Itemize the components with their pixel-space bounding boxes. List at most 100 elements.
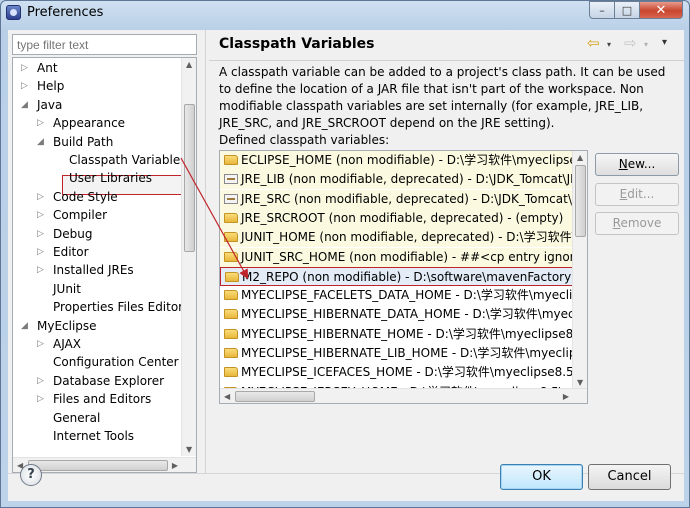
classpath-variable-row[interactable]: JRE_SRCROOT (non modifiable, deprecated)… — [220, 208, 574, 228]
close-button[interactable]: ✕ — [640, 1, 683, 19]
classpath-variable-text: JRE_LIB (non modifiable, deprecated) - D… — [241, 172, 574, 187]
tree-item-compiler[interactable]: ▷ Compiler — [37, 206, 107, 224]
tree-item-debug[interactable]: ▷ Debug — [37, 225, 92, 243]
expand-arrow-icon[interactable]: ▷ — [37, 372, 46, 390]
page-description: A classpath variable can be added to a p… — [219, 65, 666, 130]
title-bar[interactable]: Preferences – □ ✕ — [1, 1, 689, 25]
tree-item-classpath-variables[interactable]: Classpath Variables — [53, 151, 187, 169]
ok-button[interactable]: OK — [500, 464, 583, 490]
tree-item-ajax[interactable]: ▷ AJAX — [37, 335, 81, 353]
list-hscroll-thumb[interactable] — [235, 391, 315, 402]
collapse-arrow-icon[interactable]: ◢ — [21, 317, 30, 335]
tree-item-editor[interactable]: ▷ Editor — [37, 243, 89, 261]
cancel-button[interactable]: Cancel — [588, 464, 671, 490]
back-arrow-icon[interactable]: ⇦ — [587, 34, 607, 52]
eclipse-app-icon — [6, 5, 21, 20]
scroll-right-icon[interactable]: ▶ — [563, 392, 569, 401]
tree-item-configuration-center[interactable]: Configuration Center — [37, 353, 179, 371]
classpath-variable-text: MYECLIPSE_HIBERNATE_DATA_HOME - D:\学习软件\… — [241, 307, 574, 322]
tree-item-label: General — [53, 410, 101, 425]
classpath-variable-row[interactable]: MYECLIPSE_FACELETS_DATA_HOME - D:\学习软件\m… — [220, 286, 574, 305]
classpath-variable-text: MYECLIPSE_HIBERNATE_LIB_HOME - D:\学习软件\m… — [241, 346, 574, 360]
page-title: Classpath Variables — [219, 36, 375, 52]
expand-arrow-icon[interactable]: ▷ — [37, 188, 46, 206]
window-title: Preferences — [27, 5, 104, 20]
expand-arrow-icon[interactable]: ▷ — [21, 59, 30, 77]
tree-item-appearance[interactable]: ▷ Appearance — [37, 114, 125, 132]
help-icon[interactable]: ? — [20, 464, 42, 486]
tree-hscroll-thumb[interactable] — [28, 460, 168, 471]
scroll-down-icon[interactable]: ▼ — [577, 378, 583, 387]
edit-button-label: dit... — [627, 187, 655, 201]
back-history-dropdown-icon[interactable]: ▾ — [607, 40, 611, 49]
tree-item-junit[interactable]: JUnit — [37, 280, 81, 298]
tree-item-myeclipse[interactable]: ◢ MyEclipse — [21, 317, 97, 335]
tree-item-build-path[interactable]: ◢ Build Path — [37, 133, 113, 151]
tree-vertical-scrollbar[interactable]: ▲ ▼ — [181, 58, 196, 456]
tree-item-label: AJAX — [53, 337, 81, 351]
tree-item-internet-tools[interactable]: Internet Tools — [37, 427, 134, 445]
scroll-down-icon[interactable]: ▼ — [186, 445, 192, 454]
classpath-variable-row[interactable]: MYECLIPSE_HIBERNATE_HOME - D:\学习软件\myecl… — [220, 325, 574, 344]
tree-item-java[interactable]: ◢ Java — [21, 96, 62, 114]
tree-item-label: MyEclipse — [37, 318, 97, 333]
new-variable-button[interactable]: New... — [595, 153, 679, 176]
classpath-variable-row[interactable]: MYECLIPSE_ICEFACES_HOME - D:\学习软件\myecli… — [220, 363, 574, 382]
tree-item-label: Installed JREs — [53, 263, 134, 278]
classpath-variable-row[interactable]: MYECLIPSE_HIBERNATE_LIB_HOME - D:\学习软件\m… — [220, 344, 574, 363]
classpath-variable-row[interactable]: ECLIPSE_HOME (non modifiable) - D:\学习软件\… — [220, 151, 574, 170]
tree-item-properties-files-editor[interactable]: Properties Files Editor — [37, 298, 183, 316]
minimize-button[interactable]: – — [589, 1, 615, 19]
tree-item-code-style[interactable]: ▷ Code Style — [37, 188, 118, 206]
expand-arrow-icon[interactable]: ▷ — [37, 114, 46, 132]
scroll-up-icon[interactable]: ▲ — [577, 153, 583, 162]
remove-variable-button[interactable]: Remove — [595, 212, 679, 235]
edit-variable-button[interactable]: Edit... — [595, 183, 679, 206]
scroll-left-icon[interactable]: ◀ — [224, 392, 230, 401]
tree-item-installed-jres[interactable]: ▷ Installed JREs — [37, 261, 134, 279]
expand-arrow-icon[interactable]: ▷ — [37, 335, 46, 353]
tree-item-label: Internet Tools — [53, 429, 135, 443]
tree-scroll-thumb[interactable] — [184, 104, 195, 252]
list-scroll-thumb[interactable] — [575, 165, 586, 237]
classpath-variable-row[interactable]: M2_REPO (non modifiable) - D:\software\m… — [220, 266, 574, 286]
expand-arrow-icon[interactable]: ▷ — [37, 261, 46, 279]
tree-item-user-libraries[interactable]: User Libraries — [53, 169, 152, 187]
classpath-variable-row[interactable]: JRE_LIB (non modifiable, deprecated) - D… — [220, 170, 574, 190]
scroll-right-icon[interactable]: ▶ — [172, 461, 178, 470]
list-vertical-scrollbar[interactable]: ▲ ▼ — [572, 151, 587, 389]
tree-item-ant[interactable]: ▷ Ant — [21, 59, 58, 77]
expand-arrow-icon[interactable]: ▷ — [21, 77, 30, 95]
classpath-variable-row[interactable]: JRE_SRC (non modifiable, deprecated) - D… — [220, 189, 574, 209]
expand-arrow-icon[interactable]: ▷ — [37, 225, 46, 243]
classpath-variable-text: JUNIT_HOME (non modifiable, deprecated) … — [241, 230, 574, 245]
tree-item-label: Build Path — [53, 134, 114, 149]
forward-arrow-icon: ⇨ — [624, 34, 637, 52]
tree-item-label: Properties Files Editor — [53, 300, 184, 315]
tree-item-help[interactable]: ▷ Help — [21, 77, 64, 95]
classpath-variable-row[interactable]: MYECLIPSE_HIBERNATE_DATA_HOME - D:\学习软件\… — [220, 305, 574, 324]
scroll-up-icon[interactable]: ▲ — [186, 60, 192, 69]
view-menu-icon[interactable]: ▾ — [662, 37, 667, 48]
classpath-variable-text: JRE_SRCROOT (non modifiable, deprecated)… — [241, 210, 564, 225]
tree-item-general[interactable]: General — [37, 409, 100, 427]
expand-arrow-icon[interactable]: ▷ — [37, 243, 46, 261]
list-horizontal-scrollbar[interactable]: ◀ ▶ — [220, 388, 587, 403]
expand-arrow-icon[interactable]: ▷ — [37, 390, 46, 408]
tree-item-files-and-editors[interactable]: ▷ Files and Editors — [37, 390, 151, 408]
expand-arrow-icon[interactable]: ▷ — [37, 206, 46, 224]
forward-history-dropdown-icon: ▾ — [644, 40, 649, 49]
collapse-arrow-icon[interactable]: ◢ — [37, 133, 46, 151]
maximize-button[interactable]: □ — [615, 1, 640, 19]
tree-item-label: Editor — [53, 245, 89, 259]
classpath-variable-row[interactable]: JUNIT_HOME (non modifiable, deprecated) … — [220, 228, 574, 248]
variables-list-label: Defined classpath variables: — [219, 133, 390, 147]
preferences-window: Preferences – □ ✕ ▷ Ant ▷ Help ◢ Java ▷ Appeara… — [0, 0, 690, 508]
tree-item-database-explorer[interactable]: ▷ Database Explorer — [37, 372, 164, 390]
tree-item-label: Classpath Variables — [69, 153, 187, 167]
classpath-variables-list[interactable]: ECLIPSE_HOME (non modifiable) - D:\学习软件\… — [219, 150, 588, 404]
panel-divider[interactable] — [205, 30, 206, 473]
filter-input[interactable] — [12, 34, 197, 55]
collapse-arrow-icon[interactable]: ◢ — [21, 96, 30, 114]
classpath-variable-row[interactable]: JUNIT_SRC_HOME (non modifiable) - ##<cp … — [220, 247, 574, 267]
